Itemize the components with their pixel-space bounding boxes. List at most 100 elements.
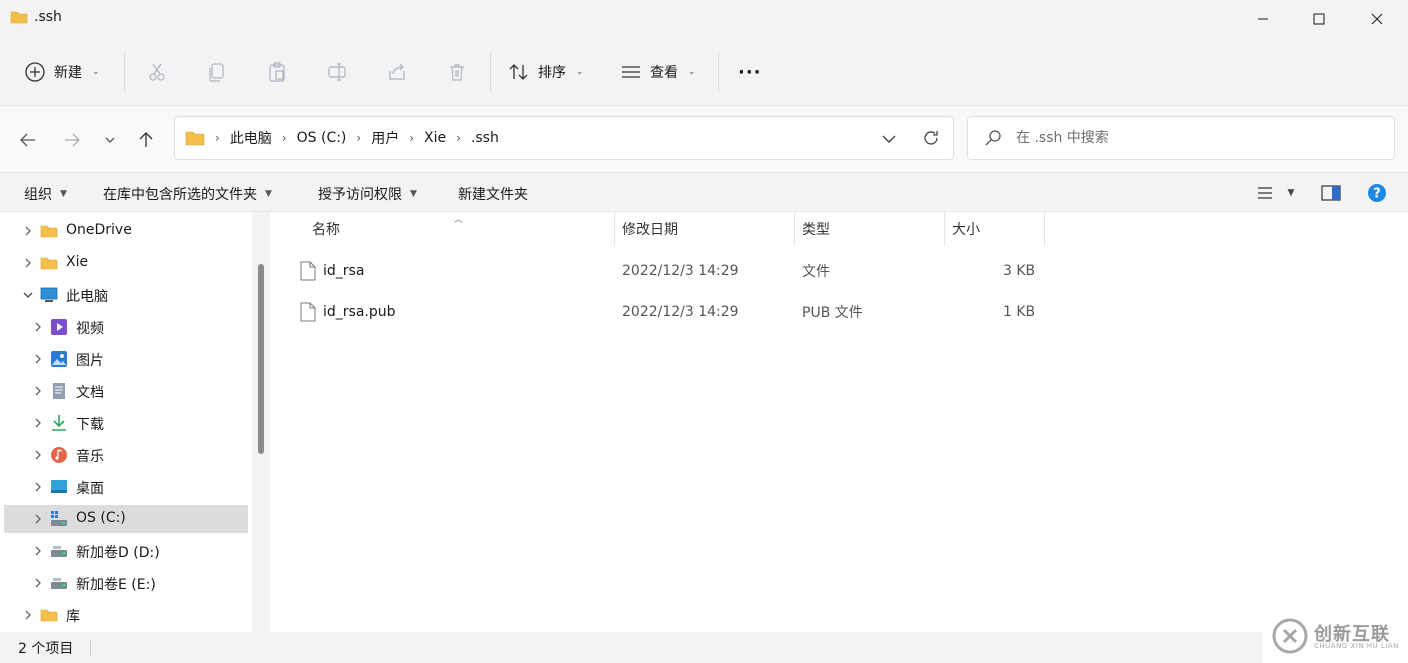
chevron-right-icon[interactable] — [22, 257, 34, 269]
breadcrumb-item[interactable]: Xie — [424, 130, 446, 146]
chevron-right-icon[interactable] — [32, 577, 44, 589]
refresh-icon[interactable] — [921, 128, 941, 148]
recent-locations-button[interactable] — [96, 126, 124, 154]
chevron-right-icon[interactable] — [32, 321, 44, 333]
view-list-icon — [622, 66, 640, 78]
chevron-right-icon[interactable] — [32, 545, 44, 557]
sidebar-item-label: 图片 — [76, 353, 104, 369]
chevron-right-icon: › — [215, 131, 220, 145]
column-divider[interactable] — [944, 212, 945, 246]
column-header-name[interactable]: 名称 — [312, 212, 340, 246]
grant-access-menu[interactable]: 授予访问权限 ▼ — [318, 184, 417, 204]
chevron-right-icon[interactable] — [32, 513, 44, 525]
column-divider[interactable] — [794, 212, 795, 246]
new-button[interactable]: 新建 ⌄ — [24, 58, 100, 86]
forward-button[interactable] — [58, 126, 86, 154]
address-dropdown-icon[interactable] — [879, 129, 899, 149]
toolbar-divider — [124, 52, 125, 92]
chevron-down-icon[interactable] — [22, 289, 34, 301]
view-button[interactable]: 查看 ⌄ — [620, 58, 696, 86]
sidebar-item[interactable]: 音乐 — [4, 441, 248, 469]
breadcrumb-item[interactable]: OS (C:) — [297, 130, 347, 146]
toolbar-divider — [490, 52, 491, 92]
sidebar-item[interactable]: OS (C:) — [4, 505, 248, 533]
sidebar-item[interactable]: 新加卷E (E:) — [4, 569, 248, 597]
cut-button[interactable] — [145, 60, 169, 84]
arrow-left-icon — [20, 133, 35, 147]
minimize-button[interactable] — [1234, 0, 1292, 38]
sidebar-item[interactable]: 库 — [4, 601, 248, 629]
chevron-down-icon: ⌄ — [92, 67, 100, 77]
up-button[interactable] — [132, 126, 160, 154]
breadcrumb-item[interactable]: 此电脑 — [230, 128, 272, 148]
sidebar-item-label: 文档 — [76, 385, 104, 401]
watermark-logo-icon — [1272, 618, 1308, 654]
back-button[interactable] — [14, 126, 42, 154]
new-button-label: 新建 — [54, 65, 82, 81]
file-modified: 2022/12/3 14:29 — [622, 263, 739, 279]
more-icon: ··· — [738, 61, 762, 83]
caret-down-icon: ▼ — [265, 189, 272, 199]
sidebar-item[interactable]: Xie — [4, 249, 248, 277]
chevron-right-icon[interactable] — [22, 609, 34, 621]
clipboard-icon — [269, 62, 285, 82]
breadcrumb-item[interactable]: .ssh — [471, 130, 499, 146]
column-header-size[interactable]: 大小 — [952, 212, 980, 246]
chevron-right-icon[interactable] — [32, 417, 44, 429]
computer-icon — [40, 286, 58, 304]
sidebar-item[interactable]: 桌面 — [4, 473, 248, 501]
column-header-modified[interactable]: 修改日期 — [622, 212, 678, 246]
chevron-right-icon[interactable] — [32, 353, 44, 365]
column-header-type[interactable]: 类型 — [802, 212, 830, 246]
search-icon — [985, 130, 1001, 146]
organize-menu[interactable]: 组织 ▼ — [24, 184, 67, 204]
folder-icon — [10, 11, 28, 24]
close-button[interactable] — [1348, 0, 1406, 38]
sidebar-item[interactable]: 此电脑 — [4, 281, 248, 309]
chevron-down-icon — [105, 137, 115, 143]
svg-text:?: ? — [1373, 187, 1381, 202]
scroll-thumb[interactable] — [258, 264, 264, 454]
view-options-dropdown[interactable]: ▼ — [1280, 183, 1302, 203]
sidebar-item[interactable]: 图片 — [4, 345, 248, 373]
copy-button[interactable] — [205, 60, 229, 84]
delete-button[interactable] — [445, 60, 469, 84]
maximize-button[interactable] — [1290, 0, 1348, 38]
paste-button[interactable] — [265, 60, 289, 84]
file-type: PUB 文件 — [802, 305, 863, 321]
sidebar-item[interactable]: 下载 — [4, 409, 248, 437]
arrow-right-icon — [65, 133, 80, 147]
sidebar-item-label: 新加卷E (E:) — [76, 577, 156, 593]
chevron-right-icon[interactable] — [22, 225, 34, 237]
sort-button[interactable]: 排序 ⌄ — [508, 58, 584, 86]
change-view-button[interactable] — [1254, 183, 1276, 203]
chevron-right-icon[interactable] — [32, 449, 44, 461]
more-options-button[interactable]: ··· — [738, 58, 762, 86]
chevron-right-icon[interactable] — [32, 385, 44, 397]
file-name: id_rsa — [323, 263, 365, 279]
sidebar-item[interactable]: 新加卷D (D:) — [4, 537, 248, 565]
column-divider[interactable] — [1044, 212, 1045, 246]
arrow-up-icon — [139, 132, 153, 147]
sidebar-item[interactable]: 文档 — [4, 377, 248, 405]
preview-pane-button[interactable] — [1320, 183, 1342, 203]
search-input[interactable] — [1016, 117, 1386, 159]
table-row[interactable]: id_rsa.pub 2022/12/3 14:29 PUB 文件 1 KB — [292, 294, 1042, 330]
include-in-library-label: 在库中包含所选的文件夹 — [103, 187, 257, 203]
file-list-pane: ︿ 名称 修改日期 类型 大小 id_rsa 2022/12/3 14:29 文… — [270, 212, 1408, 632]
table-row[interactable]: id_rsa 2022/12/3 14:29 文件 3 KB — [292, 253, 1042, 289]
nav-scrollbar[interactable] — [252, 212, 270, 632]
sidebar-item[interactable]: 视频 — [4, 313, 248, 341]
new-folder-button[interactable]: 新建文件夹 — [458, 184, 528, 204]
column-divider[interactable] — [614, 212, 615, 246]
breadcrumb-item[interactable]: 用户 — [371, 128, 399, 148]
include-in-library-menu[interactable]: 在库中包含所选的文件夹 ▼ — [103, 184, 272, 204]
rename-button[interactable] — [325, 60, 349, 84]
share-button[interactable] — [385, 60, 409, 84]
address-bar[interactable]: › 此电脑 › OS (C:) › 用户 › Xie › .ssh — [174, 116, 954, 160]
help-button[interactable]: ? — [1366, 183, 1388, 203]
search-box — [967, 116, 1395, 160]
chevron-right-icon[interactable] — [32, 481, 44, 493]
sidebar-item[interactable]: OneDrive — [4, 217, 248, 245]
share-icon — [389, 63, 405, 80]
